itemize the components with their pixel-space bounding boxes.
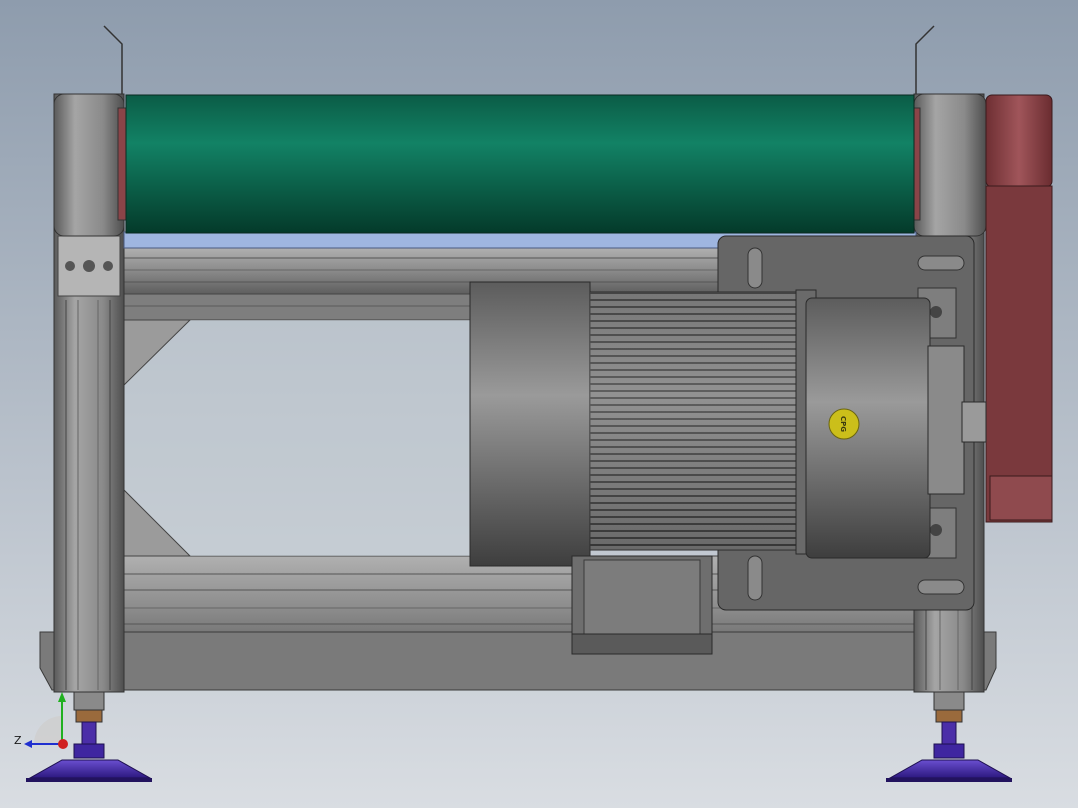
model-canvas[interactable]: CPG Y Z	[0, 0, 1078, 808]
left-bearing-block	[53, 93, 125, 237]
drive-roller	[125, 94, 915, 234]
frame-opening	[124, 320, 474, 556]
drive-pulley-guard	[985, 94, 1053, 523]
base-skid	[39, 631, 997, 691]
right-bearing-block	[913, 93, 987, 237]
motor-fan-cover	[469, 281, 591, 567]
cad-viewport[interactable]: CPG Y Z	[0, 0, 1078, 808]
brand-badge: CPG	[828, 408, 860, 440]
terminal-box	[571, 555, 713, 655]
badge-label: CPG	[839, 416, 847, 432]
motor-body	[589, 291, 813, 551]
triad-z-label: Z	[14, 734, 22, 747]
